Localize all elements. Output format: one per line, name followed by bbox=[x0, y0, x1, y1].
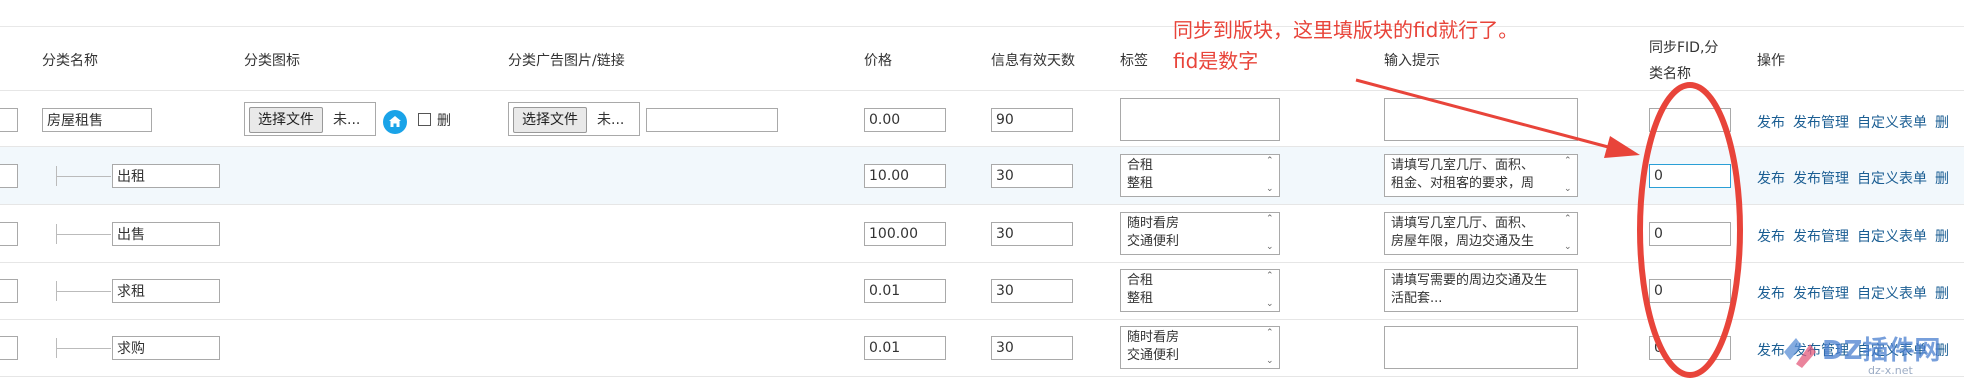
watermark-icon bbox=[1784, 338, 1816, 368]
watermark-logo: DZ插件网 dz-x.net bbox=[1780, 326, 1960, 380]
annotation-ellipse bbox=[1637, 82, 1743, 378]
watermark-text: DZ插件网 bbox=[1822, 336, 1941, 366]
annotation-arrow-line bbox=[1355, 78, 1613, 150]
watermark-subtext: dz-x.net bbox=[1868, 364, 1913, 377]
annotation-overlay bbox=[1355, 78, 1743, 378]
annotation-arrowhead-icon bbox=[1604, 136, 1640, 158]
